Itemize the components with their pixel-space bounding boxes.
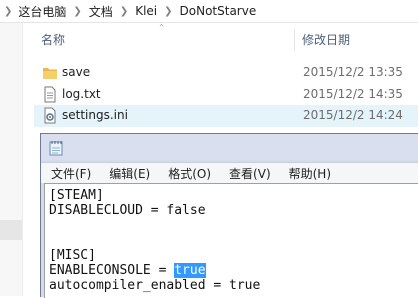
text-line: autocompiler_enabled = true — [49, 278, 261, 293]
notepad-menubar: 文件(F) 编辑(E) 格式(O) 查看(V) 帮助(H) — [41, 162, 418, 183]
text-line: [MISC] — [49, 248, 96, 263]
breadcrumb-item-this-pc[interactable]: 这台电脑 — [18, 3, 66, 20]
file-name: log.txt — [62, 87, 101, 101]
file-row-log[interactable]: log.txt 2015/12/2 14:35 — [34, 84, 418, 106]
chevron-right-icon[interactable]: ❯ — [4, 6, 12, 17]
menu-file[interactable]: 文件(F) — [51, 165, 91, 182]
chevron-right-icon[interactable]: ❯ — [164, 6, 172, 17]
file-name: settings.ini — [62, 108, 128, 122]
file-date: 2015/12/2 13:35 — [303, 65, 403, 79]
menu-view[interactable]: 查看(V) — [229, 165, 271, 182]
column-divider[interactable] — [294, 29, 295, 51]
breadcrumb-item-documents[interactable]: 文档 — [89, 3, 113, 20]
notepad-titlebar[interactable] — [41, 134, 418, 160]
breadcrumb-item-klei[interactable]: Klei — [135, 4, 157, 18]
file-date: 2015/12/2 14:35 — [303, 87, 403, 101]
navigation-item[interactable] — [0, 220, 22, 240]
selected-text[interactable]: true — [174, 263, 206, 278]
notepad-window[interactable]: 文件(F) 编辑(E) 格式(O) 查看(V) 帮助(H) [STEAM] DI… — [40, 133, 418, 298]
navigation-pane[interactable] — [0, 23, 23, 296]
notepad-icon — [49, 141, 63, 156]
address-bar[interactable]: ❯ 这台电脑 ❯ 文档 ❯ Klei ❯ DoNotStarve — [0, 0, 418, 23]
menu-format[interactable]: 格式(O) — [168, 165, 211, 182]
menu-edit[interactable]: 编辑(E) — [109, 165, 150, 182]
chevron-right-icon[interactable]: ❯ — [120, 6, 128, 17]
file-date: 2015/12/2 14:24 — [303, 108, 403, 122]
folder-icon — [43, 68, 57, 79]
column-header-date-modified[interactable]: 修改日期 — [302, 31, 350, 49]
file-row-save[interactable]: save 2015/12/2 13:35 — [34, 62, 418, 84]
text-line-prefix: ENABLECONSOLE = — [49, 263, 175, 278]
text-line: [STEAM] — [49, 188, 104, 203]
sort-arrow-icon: ⌃ — [158, 23, 165, 32]
text-line: DISABLECLOUD = false — [49, 203, 206, 218]
chevron-right-icon[interactable]: ❯ — [73, 6, 81, 17]
breadcrumb-item-donotstarve[interactable]: DoNotStarve — [180, 4, 257, 18]
notepad-text-area[interactable]: [STEAM] DISABLECLOUD = false [MISC] ENAB… — [44, 183, 418, 298]
text-file-icon — [44, 86, 56, 103]
settings-file-icon — [44, 107, 56, 124]
column-header-name[interactable]: 名称 — [41, 31, 65, 49]
text-line-enableconsole: ENABLECONSOLE = true — [49, 263, 206, 278]
file-row-settings[interactable]: settings.ini 2015/12/2 14:24 — [34, 105, 418, 127]
menu-help[interactable]: 帮助(H) — [289, 165, 331, 182]
file-name: save — [62, 65, 91, 79]
